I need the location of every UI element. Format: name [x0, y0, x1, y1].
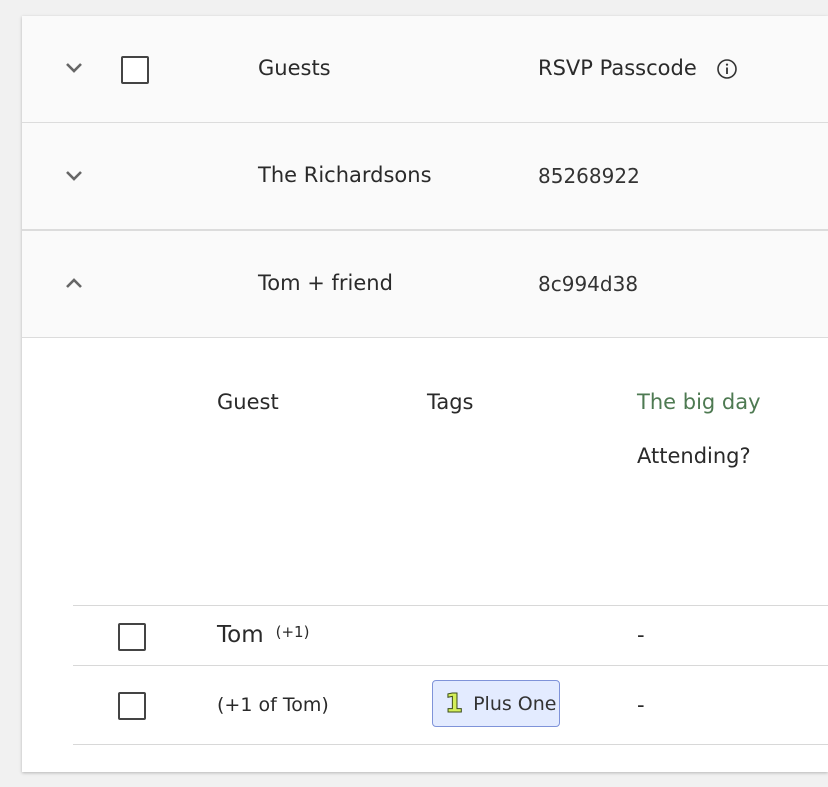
guest-name-text: Tom — [217, 622, 264, 648]
guest-select-checkbox[interactable] — [118, 692, 146, 720]
info-icon[interactable] — [716, 58, 738, 80]
guests-column-header[interactable]: Guests — [258, 56, 331, 80]
rsvp-passcode: 85268922 — [538, 164, 640, 188]
guest-name: Tom (+1) — [217, 622, 309, 648]
plus-one-tag[interactable]: 1 Plus One — [432, 680, 560, 727]
plus-one-indicator: (+1) — [275, 623, 310, 641]
rsvp-passcode-column-header[interactable]: RSVP Passcode — [538, 56, 697, 80]
table-header-row: Guests RSVP Passcode — [22, 16, 828, 123]
tags-column-header[interactable]: Tags — [427, 390, 474, 414]
select-all-checkbox[interactable] — [121, 56, 149, 84]
guest-group-row[interactable]: Tom + friend 8c994d38 — [22, 231, 828, 338]
attending-question-header: Attending? — [637, 444, 751, 468]
rsvp-passcode: 8c994d38 — [538, 272, 639, 296]
attending-value[interactable]: - — [637, 693, 645, 717]
group-detail-table: Guest Tags The big day Attending? Tom (+1… — [22, 338, 828, 772]
guest-select-checkbox[interactable] — [118, 623, 146, 651]
attending-value[interactable]: - — [637, 623, 645, 647]
group-name: The Richardsons — [258, 163, 432, 187]
row-divider — [73, 665, 828, 666]
expand-row-chevron-down-icon[interactable] — [62, 164, 86, 188]
guest-column-header[interactable]: Guest — [217, 390, 279, 414]
group-name: Tom + friend — [258, 271, 393, 295]
collapse-row-chevron-up-icon[interactable] — [62, 271, 86, 295]
guest-table: Guests RSVP Passcode The Richardsons 852… — [22, 16, 828, 772]
guest-name: (+1 of Tom) — [217, 694, 329, 716]
tag-label: Plus One — [473, 692, 557, 715]
plus-one-icon: 1 — [444, 688, 464, 719]
guest-group-row[interactable]: The Richardsons 85268922 — [22, 123, 828, 231]
event-column-header[interactable]: The big day — [637, 390, 761, 414]
row-divider — [73, 744, 828, 745]
expand-all-chevron-down-icon[interactable] — [62, 56, 86, 80]
row-divider — [73, 605, 828, 606]
